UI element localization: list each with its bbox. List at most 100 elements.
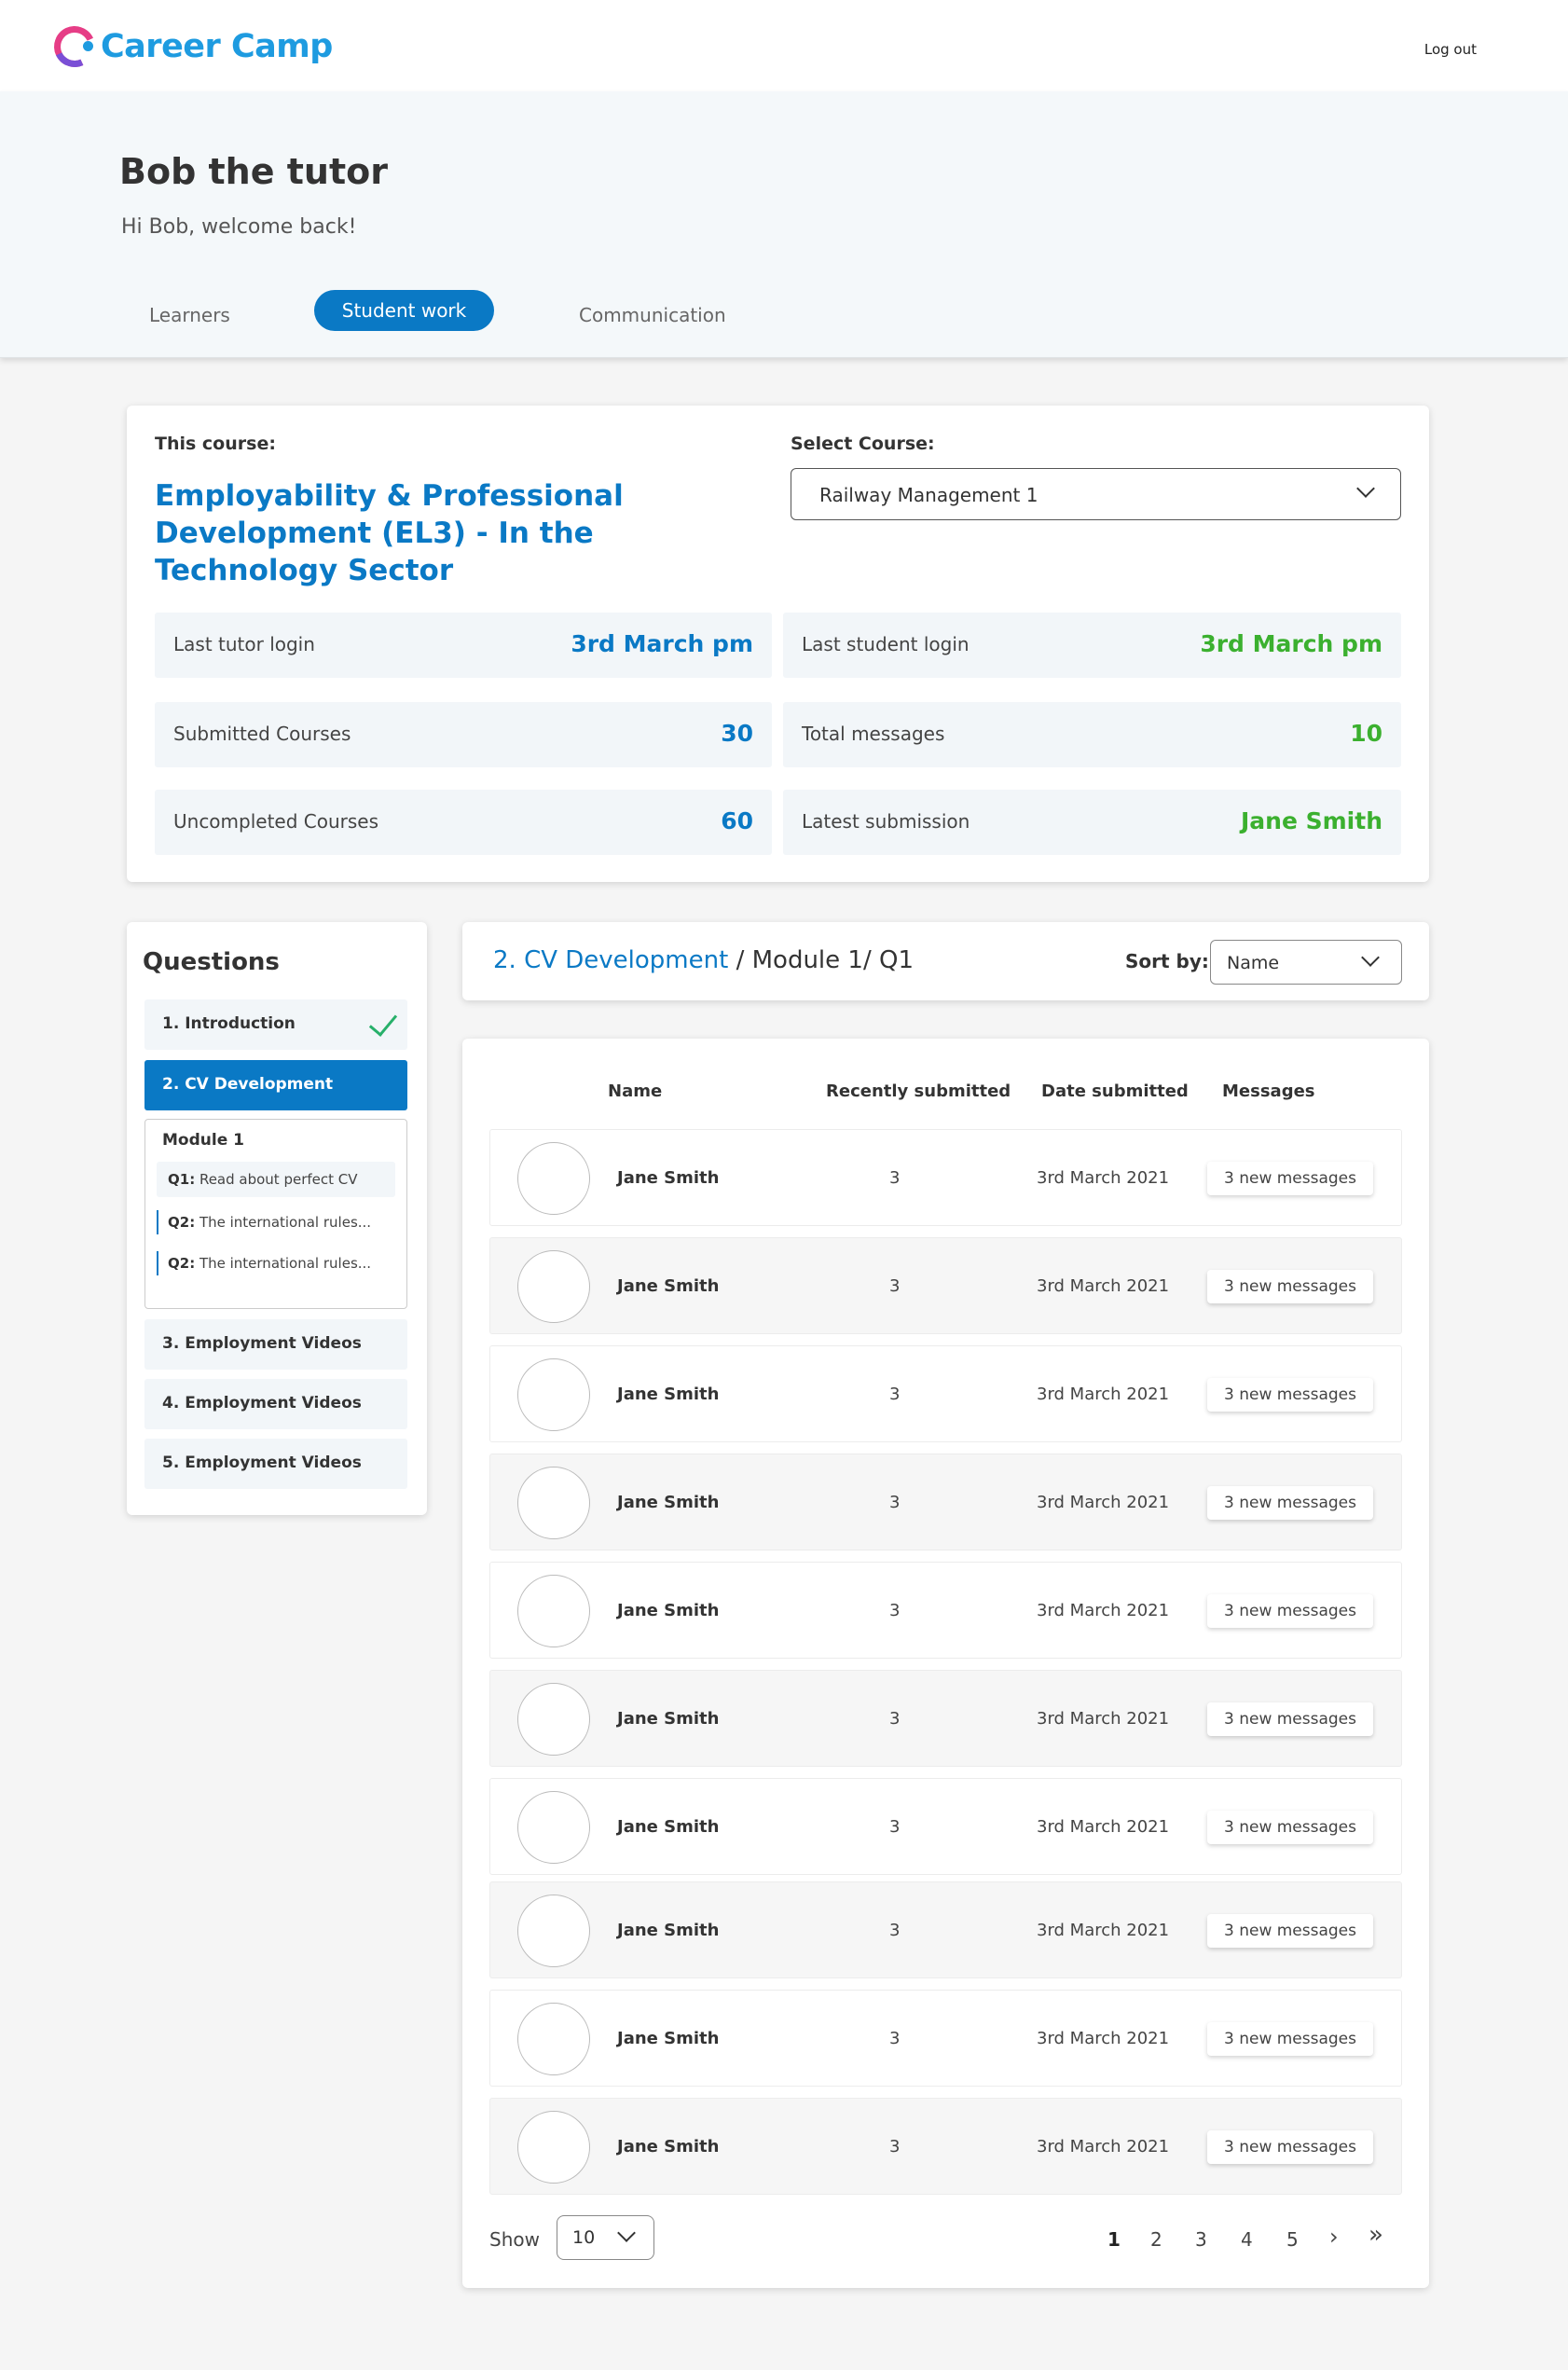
messages-button[interactable]: 3 new messages: [1207, 1486, 1373, 1520]
stat-value: 3rd March pm: [571, 630, 753, 657]
messages-button[interactable]: 3 new messages: [1207, 1702, 1373, 1736]
table-row[interactable]: Jane Smith 3 3rd March 2021 3 new messages: [489, 1345, 1402, 1442]
stat-uncompleted-courses: Uncompleted Courses 60: [155, 790, 772, 855]
module-box: Module 1 Q1: Read about perfect CV Q2: T…: [144, 1119, 407, 1309]
recently-submitted-count: 3: [889, 1601, 901, 1620]
page-3[interactable]: 3: [1195, 2228, 1207, 2251]
stat-latest-submission: Latest submission Jane Smith: [783, 790, 1401, 855]
stat-label: Last student login: [802, 633, 970, 655]
page-4[interactable]: 4: [1241, 2228, 1253, 2251]
avatar: [517, 1575, 590, 1647]
student-name: Jane Smith: [617, 1921, 720, 1940]
recently-submitted-count: 3: [889, 1493, 901, 1512]
stat-value: 10: [1350, 720, 1382, 747]
student-name: Jane Smith: [617, 1168, 720, 1188]
question-item-cv-development[interactable]: 2. CV Development: [144, 1060, 407, 1110]
chevron-down-icon: [1356, 479, 1375, 498]
page-size-select[interactable]: 10: [557, 2215, 654, 2260]
page-title: Bob the tutor: [119, 151, 388, 192]
date-submitted: 3rd March 2021: [1037, 1168, 1170, 1188]
table-row[interactable]: Jane Smith 3 3rd March 2021 3 new messages: [489, 1990, 1402, 2087]
page-1[interactable]: 1: [1107, 2228, 1121, 2251]
table-row[interactable]: Jane Smith 3 3rd March 2021 3 new messages: [489, 1562, 1402, 1659]
chevron-down-icon: [1361, 948, 1380, 967]
stat-value: 30: [721, 720, 753, 747]
date-submitted: 3rd March 2021: [1037, 1276, 1170, 1296]
question-label: 3. Employment Videos: [162, 1334, 362, 1353]
module-question-q1[interactable]: Q1: Read about perfect CV: [157, 1162, 395, 1197]
avatar: [517, 2111, 590, 2184]
select-course-label: Select Course:: [791, 434, 935, 454]
course-title: Employability & Professional Development…: [155, 479, 624, 587]
table-row[interactable]: Jane Smith 3 3rd March 2021 3 new messages: [489, 1778, 1402, 1875]
top-bar: Career Camp Log out: [0, 0, 1568, 91]
messages-button[interactable]: 3 new messages: [1207, 1162, 1373, 1195]
stat-label: Latest submission: [802, 810, 970, 833]
recently-submitted-count: 3: [889, 1168, 901, 1188]
question-label: 4. Employment Videos: [162, 1394, 362, 1412]
table-row[interactable]: Jane Smith 3 3rd March 2021 3 new messages: [489, 1881, 1402, 1978]
recently-submitted-count: 3: [889, 2137, 901, 2156]
student-name: Jane Smith: [617, 1817, 720, 1837]
messages-button[interactable]: 3 new messages: [1207, 1914, 1373, 1948]
module-title: Module 1: [162, 1131, 244, 1150]
stat-value: 3rd March pm: [1200, 630, 1382, 657]
breadcrumb-course-link[interactable]: 2. CV Development: [493, 946, 728, 974]
date-submitted: 3rd March 2021: [1037, 1493, 1170, 1512]
question-label: 1. Introduction: [162, 1014, 296, 1033]
page-size-value: 10: [572, 2227, 596, 2248]
page-5[interactable]: 5: [1286, 2228, 1299, 2251]
messages-button[interactable]: 3 new messages: [1207, 1270, 1373, 1303]
student-name: Jane Smith: [617, 1709, 720, 1729]
module-question-q2[interactable]: Q2: The international rules...: [157, 1210, 395, 1234]
table-row[interactable]: Jane Smith 3 3rd March 2021 3 new messages: [489, 1129, 1402, 1226]
tab-student-work[interactable]: Student work: [314, 290, 494, 331]
recently-submitted-count: 3: [889, 1385, 901, 1404]
avatar: [517, 1791, 590, 1864]
question-item-employment-videos-3[interactable]: 3. Employment Videos: [144, 1319, 407, 1370]
stat-total-messages: Total messages 10: [783, 702, 1401, 767]
messages-button[interactable]: 3 new messages: [1207, 2022, 1373, 2056]
breadcrumb-bar: 2. CV Development / Module 1/ Q1 Sort by…: [462, 922, 1429, 1000]
messages-button[interactable]: 3 new messages: [1207, 2130, 1373, 2164]
tab-learners[interactable]: Learners: [149, 304, 230, 326]
table-row[interactable]: Jane Smith 3 3rd March 2021 3 new messages: [489, 1454, 1402, 1550]
last-page-icon[interactable]: »: [1369, 2221, 1383, 2249]
messages-button[interactable]: 3 new messages: [1207, 1811, 1373, 1844]
next-page-icon[interactable]: ›: [1329, 2224, 1339, 2250]
sort-select[interactable]: Name: [1210, 940, 1402, 985]
page-2[interactable]: 2: [1150, 2228, 1162, 2251]
date-submitted: 3rd March 2021: [1037, 1817, 1170, 1837]
question-text: The international rules...: [195, 1214, 372, 1231]
table-row[interactable]: Jane Smith 3 3rd March 2021 3 new messages: [489, 1670, 1402, 1767]
avatar: [517, 1467, 590, 1539]
show-label: Show: [489, 2228, 540, 2251]
course-select-value: Railway Management 1: [819, 484, 1038, 506]
question-item-employment-videos-4[interactable]: 4. Employment Videos: [144, 1379, 407, 1429]
question-item-introduction[interactable]: 1. Introduction: [144, 999, 407, 1050]
table-row[interactable]: Jane Smith 3 3rd March 2021 3 new messages: [489, 1237, 1402, 1334]
module-question-q2-second[interactable]: Q2: The international rules...: [157, 1251, 395, 1275]
messages-button[interactable]: 3 new messages: [1207, 1378, 1373, 1412]
submissions-table: Name Recently submitted Date submitted M…: [462, 1039, 1429, 2288]
logout-link[interactable]: Log out: [1424, 41, 1477, 58]
sort-value: Name: [1227, 953, 1280, 973]
questions-title: Questions: [143, 948, 280, 976]
column-header-recently-submitted: Recently submitted: [826, 1082, 1011, 1101]
recently-submitted-count: 3: [889, 1921, 901, 1940]
avatar: [517, 1358, 590, 1431]
question-label: 5. Employment Videos: [162, 1454, 362, 1472]
recently-submitted-count: 3: [889, 1709, 901, 1729]
chevron-down-icon: [617, 2224, 636, 2242]
welcome-message: Hi Bob, welcome back!: [121, 215, 357, 239]
table-row[interactable]: Jane Smith 3 3rd March 2021 3 new messages: [489, 2098, 1402, 2195]
tab-communication[interactable]: Communication: [579, 304, 726, 326]
stat-value: Jane Smith: [1240, 807, 1382, 834]
column-header-name: Name: [608, 1082, 663, 1101]
stat-last-tutor-login: Last tutor login 3rd March pm: [155, 613, 772, 678]
course-select[interactable]: Railway Management 1: [791, 468, 1401, 520]
logo[interactable]: Career Camp: [48, 20, 333, 74]
messages-button[interactable]: 3 new messages: [1207, 1594, 1373, 1628]
question-item-employment-videos-5[interactable]: 5. Employment Videos: [144, 1439, 407, 1489]
student-name: Jane Smith: [617, 1601, 720, 1620]
